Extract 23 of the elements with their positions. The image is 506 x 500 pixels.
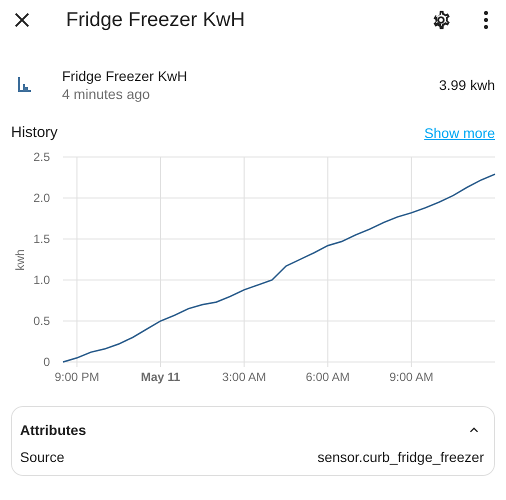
y-tick-label: 1.5: [33, 232, 50, 246]
y-tick-label: 0: [43, 355, 50, 369]
more-options-button[interactable]: [482, 9, 490, 31]
y-axis-label: kwh: [13, 249, 27, 271]
x-tick-label: 6:00 AM: [306, 370, 350, 384]
dialog-title: Fridge Freezer KwH: [66, 8, 246, 32]
x-tick-label: May 11: [140, 370, 180, 384]
last-updated: 4 minutes ago: [62, 86, 151, 102]
show-more-link[interactable]: Show more: [424, 124, 495, 140]
attribute-label: Source: [20, 449, 64, 465]
y-tick-label: 0.5: [33, 314, 50, 328]
y-tick-label: 2.5: [33, 150, 50, 164]
x-tick-label: 9:00 PM: [54, 370, 100, 384]
section-title: History: [11, 124, 58, 141]
y-tick-label: 2.0: [33, 191, 50, 205]
y-tick-label: 1.0: [33, 273, 50, 287]
attributes-title: Attributes: [20, 422, 86, 438]
entity-name: Fridge Freezer KwH: [62, 68, 188, 84]
more-icon: [484, 11, 488, 29]
x-tick-label: 9:00 AM: [389, 370, 434, 384]
attribute-value: sensor.curb_fridge_freezer: [317, 449, 484, 465]
x-tick-label: 3:00 AM: [222, 370, 266, 384]
entity-state: 3.99 kwh: [438, 77, 495, 93]
